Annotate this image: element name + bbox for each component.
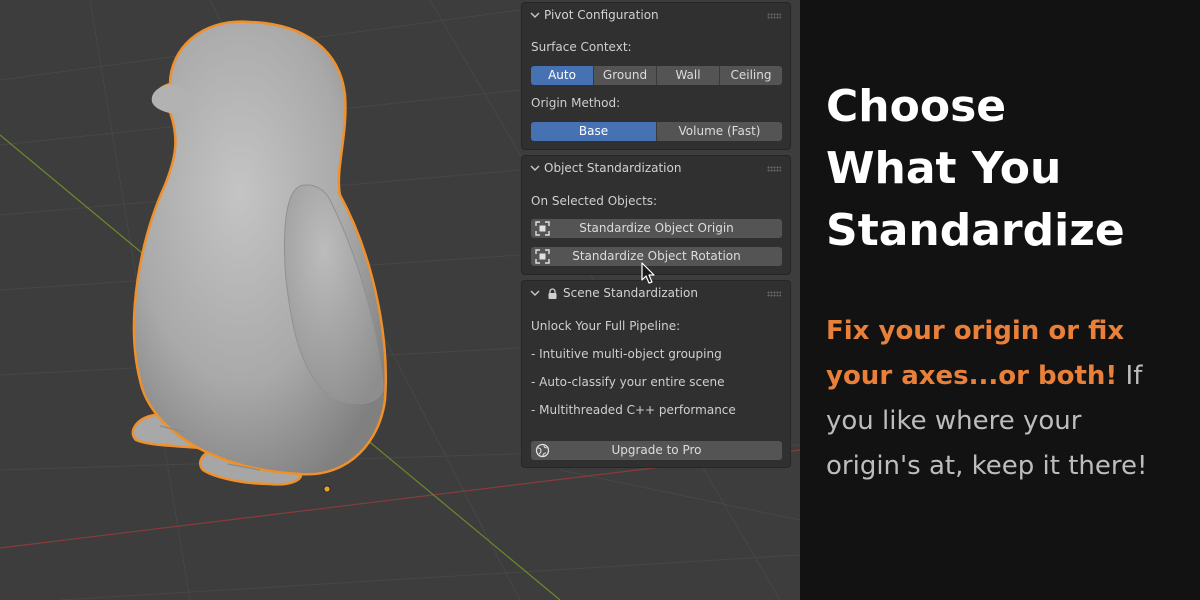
origin-method-label: Origin Method:: [531, 96, 621, 110]
mouse-cursor-icon: [641, 262, 655, 284]
feature-item: - Intuitive multi-object grouping: [531, 347, 722, 361]
rotation-target-icon: [535, 249, 550, 264]
unlock-pipeline-label: Unlock Your Full Pipeline:: [531, 319, 681, 333]
headline-line: What You: [826, 143, 1062, 194]
chevron-down-icon[interactable]: [530, 10, 540, 20]
promo-body: Fix your origin or fix your axes...or bo…: [826, 309, 1176, 489]
origin-method-selector: Base Volume (Fast): [531, 122, 782, 141]
promo-panel: Choose What You Standardize Fix your ori…: [800, 0, 1200, 600]
selected-objects-label: On Selected Objects:: [531, 194, 658, 208]
drag-handle-icon[interactable]: [767, 13, 781, 19]
surface-option-auto[interactable]: Auto: [531, 66, 594, 85]
panel-header[interactable]: Object Standardization: [522, 156, 790, 182]
feature-item: - Auto-classify your entire scene: [531, 375, 725, 389]
surface-context-selector: Auto Ground Wall Ceiling: [531, 66, 782, 85]
chevron-down-icon[interactable]: [530, 163, 540, 173]
origin-option-volume[interactable]: Volume (Fast): [657, 122, 782, 141]
promo-highlight: Fix your origin or fix your axes...or bo…: [826, 316, 1125, 391]
chevron-down-icon[interactable]: [530, 288, 540, 298]
surface-option-ground[interactable]: Ground: [594, 66, 657, 85]
button-label: Standardize Object Rotation: [572, 249, 741, 263]
lock-icon: [548, 288, 557, 299]
button-label: Upgrade to Pro: [611, 443, 702, 457]
3d-viewport[interactable]: Pivot Configuration Surface Context: Aut…: [0, 0, 800, 600]
globe-icon: [535, 443, 550, 458]
feature-item: - Multithreaded C++ performance: [531, 403, 736, 417]
surface-option-ceiling[interactable]: Ceiling: [720, 66, 782, 85]
headline-line: Choose: [826, 81, 1007, 132]
panel-title: Object Standardization: [544, 161, 682, 175]
upgrade-to-pro-button[interactable]: Upgrade to Pro: [531, 441, 782, 460]
standardize-origin-button[interactable]: Standardize Object Origin: [531, 219, 782, 238]
panel-header[interactable]: Pivot Configuration: [522, 3, 790, 29]
scene-standardization-panel: Scene Standardization Unlock Your Full P…: [521, 280, 791, 468]
surface-context-label: Surface Context:: [531, 40, 632, 54]
panel-title: Scene Standardization: [563, 286, 698, 300]
origin-point[interactable]: [323, 485, 331, 493]
surface-option-wall[interactable]: Wall: [657, 66, 720, 85]
pivot-configuration-panel: Pivot Configuration Surface Context: Aut…: [521, 2, 791, 150]
headline-line: Standardize: [826, 205, 1125, 256]
penguin-mesh[interactable]: [0, 0, 520, 600]
origin-target-icon: [535, 221, 550, 236]
panel-title: Pivot Configuration: [544, 8, 659, 22]
headline: Choose What You Standardize: [826, 76, 1125, 262]
origin-option-base[interactable]: Base: [531, 122, 657, 141]
drag-handle-icon[interactable]: [767, 166, 781, 172]
drag-handle-icon[interactable]: [767, 291, 781, 297]
button-label: Standardize Object Origin: [579, 221, 734, 235]
object-standardization-panel: Object Standardization On Selected Objec…: [521, 155, 791, 275]
